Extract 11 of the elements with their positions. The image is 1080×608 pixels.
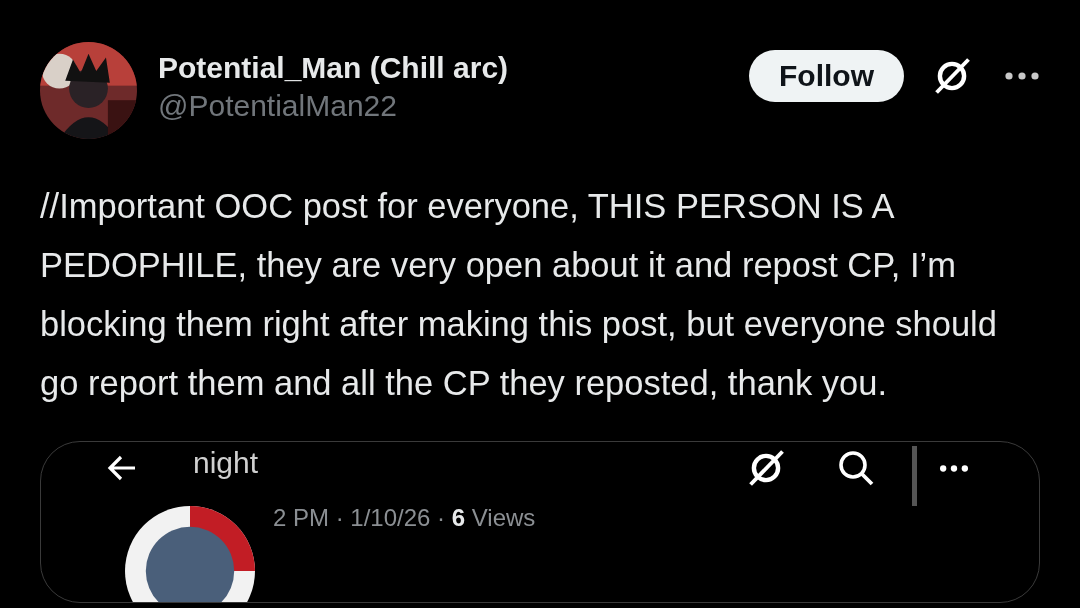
header-title: night xyxy=(193,446,260,480)
post-text: //Important OOC post for everyone, THIS PERSON IS A PEDOPHILE, they are very open about it and repost CP, I’m blocking them right after making this post, but everyone should go report them and all the CP they reposted, thank you. xyxy=(40,186,998,404)
author-name[interactable]: Potential_Man (Chill arc) xyxy=(158,50,749,86)
author-handle[interactable]: @PotentialMan22 xyxy=(158,86,749,126)
follow-button[interactable]: Follow xyxy=(749,50,904,102)
back-icon[interactable] xyxy=(107,455,137,481)
post-meta: 2 PM · 1/10/26 · 6 Views xyxy=(273,504,536,532)
more-icon[interactable] xyxy=(1004,71,1040,81)
search-icon[interactable] xyxy=(836,448,876,488)
scrollbar xyxy=(912,446,917,506)
more-icon[interactable] xyxy=(939,463,969,473)
